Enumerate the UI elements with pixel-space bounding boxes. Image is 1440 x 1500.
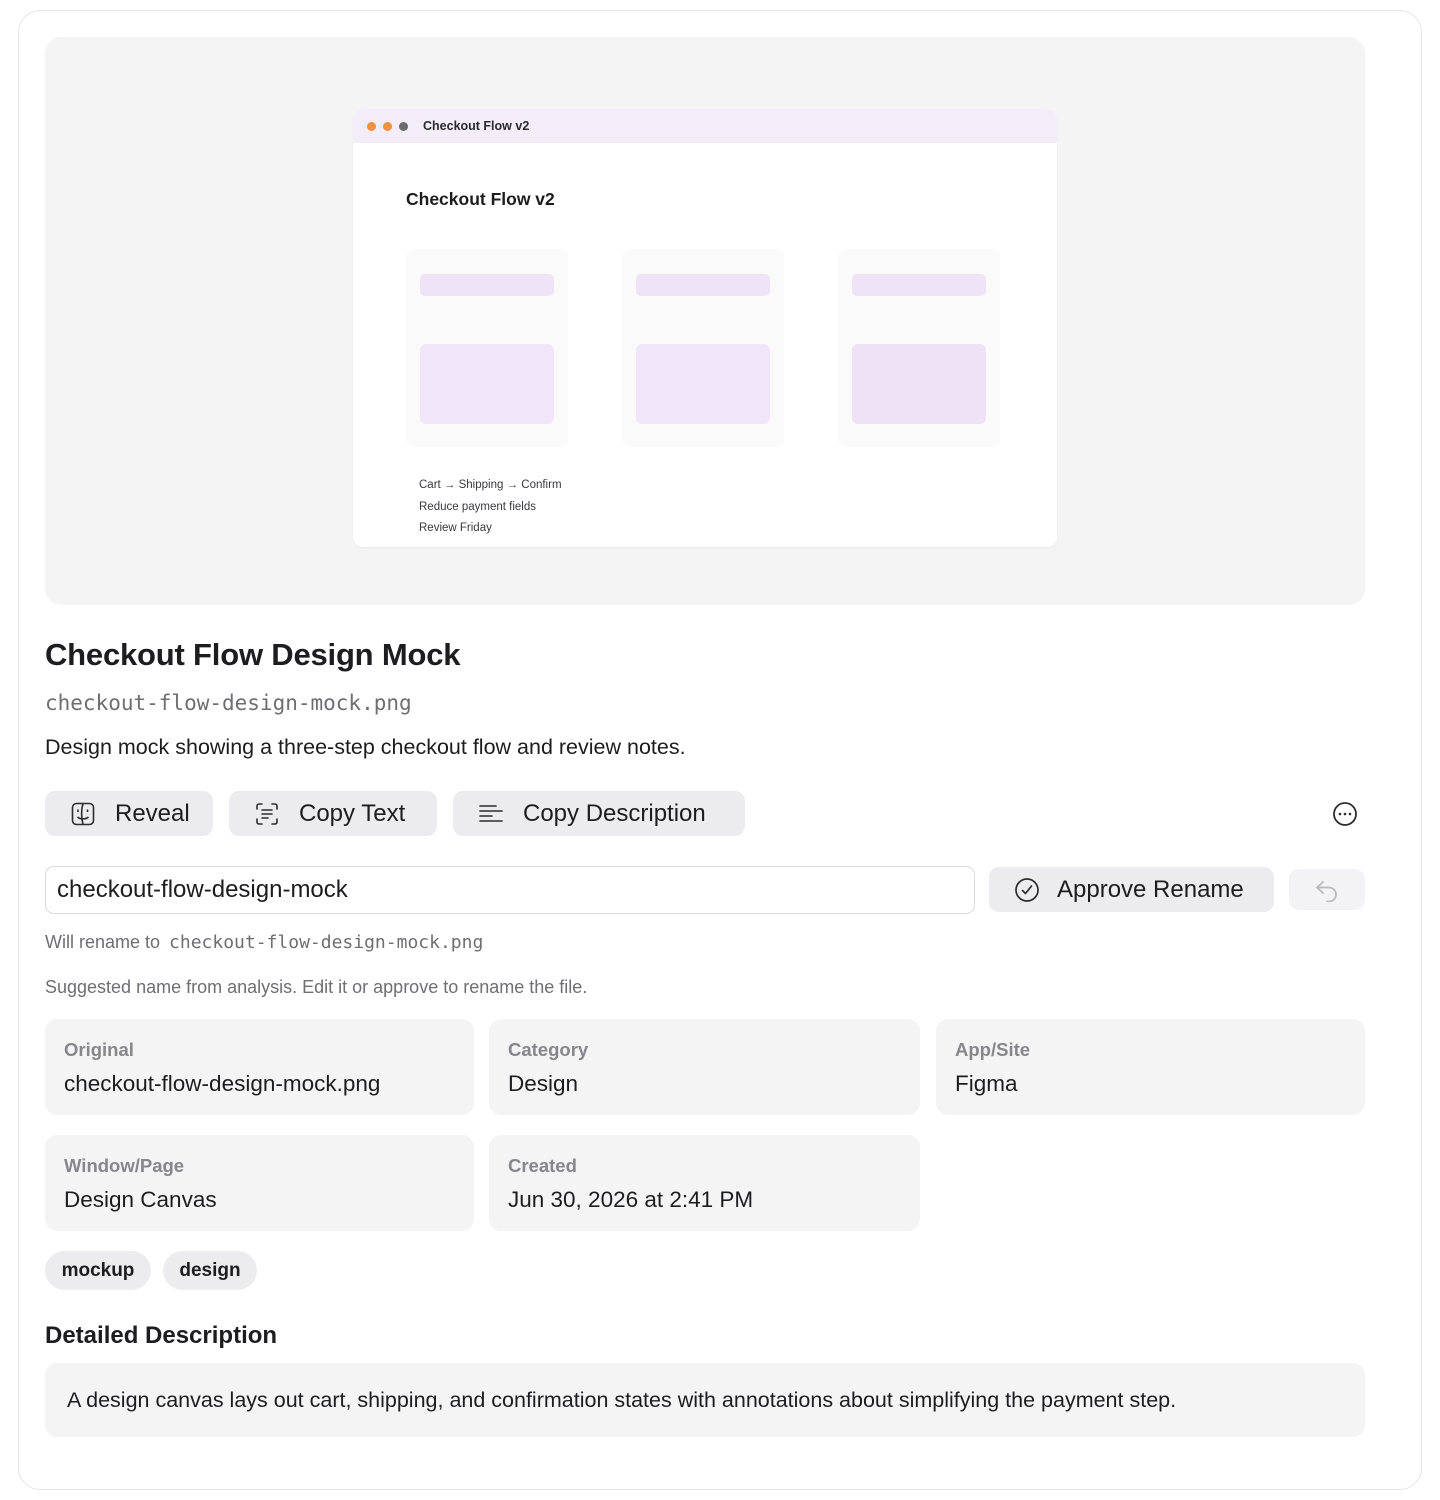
info-value: Design Canvas — [64, 1187, 217, 1212]
file-name: checkout-flow-design-mock.png — [45, 691, 412, 715]
preview-note: Reduce payment fields — [419, 500, 536, 513]
copy-description-button-label: Copy Description — [523, 799, 706, 827]
info-card-original: Original checkout-flow-design-mock.png — [45, 1019, 474, 1115]
info-value: Figma — [955, 1071, 1018, 1096]
reveal-button-label: Reveal — [115, 799, 190, 827]
short-description: Design mock showing a three-step checkou… — [45, 735, 686, 759]
info-value: Design — [508, 1071, 579, 1096]
copy-text-button[interactable]: Copy Text — [229, 791, 437, 836]
text-scan-icon — [253, 800, 281, 828]
page-title: Checkout Flow Design Mock — [45, 637, 461, 672]
more-options-button[interactable] — [1331, 800, 1359, 828]
preview-card — [406, 249, 568, 447]
info-value: checkout-flow-design-mock.png — [64, 1071, 381, 1096]
preview-dot — [367, 121, 376, 131]
checkmark-circle-icon — [1013, 876, 1041, 904]
detailed-description-box: A design canvas lays out cart, shipping,… — [45, 1363, 1365, 1437]
rename-preview-target: checkout-flow-design-mock.png — [169, 932, 484, 953]
detailed-description-text: A design canvas lays out cart, shipping,… — [67, 1387, 1177, 1412]
info-card-category: Category Design — [489, 1019, 920, 1115]
approve-rename-label: Approve Rename — [1057, 875, 1244, 903]
finder-icon — [69, 800, 97, 828]
preview-card-bar — [852, 274, 986, 296]
preview-dot — [399, 121, 408, 131]
info-card-window-page: Window/Page Design Canvas — [45, 1135, 474, 1231]
reveal-button[interactable]: Reveal — [45, 791, 213, 836]
info-label: Created — [508, 1155, 577, 1176]
info-card-created: Created Jun 30, 2026 at 2:41 PM — [489, 1135, 920, 1231]
preview-window-title: Checkout Flow v2 — [423, 119, 530, 133]
preview-card-block — [636, 344, 770, 424]
info-label: Category — [508, 1039, 589, 1060]
undo-rename-button[interactable] — [1289, 869, 1365, 910]
detailed-description-heading: Detailed Description — [45, 1322, 278, 1349]
preview-notes: Cart → Shipping → Confirm Reduce payment… — [419, 475, 562, 540]
info-label: Window/Page — [64, 1155, 185, 1176]
info-label: App/Site — [955, 1039, 1031, 1060]
preview-card — [838, 249, 1000, 447]
preview-heading: Checkout Flow v2 — [406, 189, 555, 209]
preview-titlebar: Checkout Flow v2 — [353, 109, 1057, 143]
copy-description-button[interactable]: Copy Description — [453, 791, 745, 836]
approve-rename-button[interactable]: Approve Rename — [989, 867, 1274, 912]
copy-text-button-label: Copy Text — [299, 799, 406, 827]
preview-card-bar — [636, 274, 770, 296]
info-value: Jun 30, 2026 at 2:41 PM — [508, 1187, 754, 1212]
rename-preview-prefix: Will rename to — [45, 932, 161, 952]
preview-card-block — [852, 344, 986, 424]
preview-note: Cart → Shipping → Confirm — [419, 479, 562, 491]
info-label: Original — [64, 1039, 134, 1060]
preview-card-bar — [420, 274, 554, 296]
text-lines-icon — [477, 800, 505, 828]
preview-dot — [383, 121, 392, 131]
rename-preview: Will rename to checkout-flow-design-mock… — [45, 932, 483, 953]
preview-card-block — [420, 344, 554, 424]
preview-note: Review Friday — [419, 522, 492, 534]
ellipsis-circle-icon — [1333, 802, 1357, 826]
tag-chip[interactable]: design — [163, 1251, 257, 1290]
preview-mock-window: Checkout Flow v2 Checkout Flow v2 Cart →… — [353, 109, 1057, 547]
preview-card — [622, 249, 784, 447]
undo-arrow-icon — [1316, 880, 1337, 902]
rename-input[interactable] — [45, 866, 975, 914]
info-card-app-site: App/Site Figma — [936, 1019, 1365, 1115]
inspector-window: Checkout Flow v2 Checkout Flow v2 Cart →… — [18, 10, 1422, 1490]
tag-chip[interactable]: mockup — [45, 1251, 151, 1290]
screenshot-preview[interactable]: Checkout Flow v2 Checkout Flow v2 Cart →… — [45, 37, 1365, 605]
rename-hint: Suggested name from analysis. Edit it or… — [45, 977, 588, 997]
